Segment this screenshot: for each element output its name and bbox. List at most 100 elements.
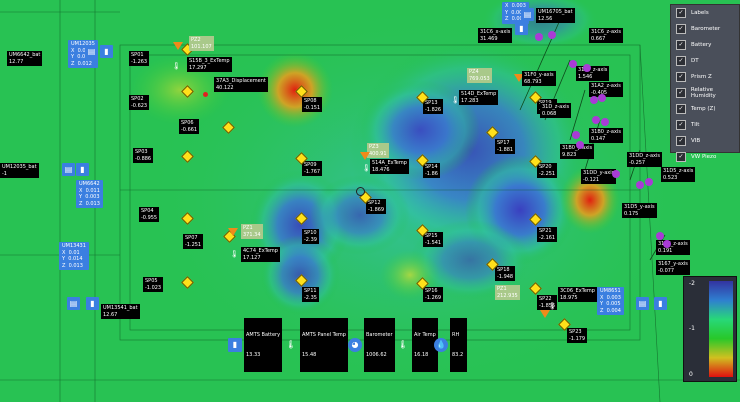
- legend-item[interactable]: ✓ Temp (Z): [671, 101, 739, 117]
- sensor-label[interactable]: SP01 -1.263: [129, 51, 150, 66]
- tilt-axis-label[interactable]: 31DD_z-axis -0.257: [627, 152, 663, 167]
- tilt-sensor-dot[interactable]: [601, 118, 609, 126]
- battery-icon[interactable]: ▮: [100, 45, 113, 58]
- sensor-label[interactable]: SP14 -1.86: [423, 163, 440, 178]
- tilt-axis-label[interactable]: 3167_z-axis 0.191: [656, 240, 690, 255]
- piezo-label[interactable]: PZ2 101.107: [189, 36, 214, 51]
- sensor-label[interactable]: SP03 -0.886: [133, 148, 154, 163]
- tilt-sensor-dot[interactable]: [548, 31, 556, 39]
- sensor-label[interactable]: SP13 -1.826: [423, 99, 444, 114]
- battery-icon[interactable]: ▮: [654, 297, 667, 310]
- sensor-label[interactable]: SP09 -1.767: [302, 161, 323, 176]
- sensor-label[interactable]: SP07 -1.251: [183, 234, 204, 249]
- sensor-label[interactable]: SP15 -1.541: [423, 232, 444, 247]
- battery-icon[interactable]: ▮: [86, 297, 99, 310]
- displacement-label[interactable]: 37A3_Displacement 40.122: [214, 77, 268, 92]
- unit-readout[interactable]: UM6642 X 0.011 Y 0.003 Z 0.013: [76, 180, 103, 208]
- tilt-axis-label[interactable]: 31D_z-axis 0.068: [540, 103, 572, 118]
- piezo-label[interactable]: PZ3 400.91: [367, 143, 389, 158]
- unit-readout[interactable]: UM13431 X 0.01 Y 0.014 Z 0.013: [59, 242, 89, 270]
- tilt-axis-label[interactable]: 31C6_z-axis 0.667: [589, 28, 623, 43]
- tilt-sensor-dot[interactable]: [569, 60, 577, 68]
- legend-checkbox[interactable]: ✓: [676, 72, 686, 82]
- battery-icon[interactable]: ▮: [515, 22, 528, 35]
- battery-label[interactable]: UM12035_bat -1: [0, 163, 39, 178]
- legend-checkbox[interactable]: ✓: [676, 8, 686, 18]
- tilt-sensor-dot[interactable]: [592, 116, 600, 124]
- displacement-marker[interactable]: [203, 92, 208, 97]
- thermometer-icon[interactable]: 🌡: [230, 248, 239, 260]
- sensor-label[interactable]: SP10 -2.39: [302, 229, 319, 244]
- tilt-sensor-dot[interactable]: [656, 232, 664, 240]
- vibration-icon[interactable]: ▤: [62, 163, 75, 176]
- tilt-sensor-dot[interactable]: [598, 94, 606, 102]
- thermometer-icon[interactable]: 🌡: [172, 60, 181, 72]
- legend-checkbox[interactable]: ✓: [676, 56, 686, 66]
- legend-item[interactable]: ✓ Battery: [671, 37, 739, 53]
- barometer[interactable]: ◕ Barometer 1006.62: [348, 318, 395, 372]
- piezo-marker[interactable]: [360, 152, 370, 160]
- legend-item[interactable]: ✓ Tilt: [671, 117, 739, 133]
- legend-item[interactable]: ✓ Labels: [671, 5, 739, 21]
- sensor-label[interactable]: SP20 -2.251: [537, 163, 558, 178]
- legend-item[interactable]: ✓ VIB: [671, 133, 739, 149]
- air-temp[interactable]: 🌡 Air Temp 16.18: [396, 318, 438, 372]
- sensor-label[interactable]: SP23 -1.179: [567, 328, 588, 343]
- sensor-label[interactable]: SP05 -1.023: [143, 277, 164, 292]
- legend-checkbox[interactable]: ✓: [676, 152, 686, 162]
- amts-battery[interactable]: ▮ AMTS Battery 13.33: [228, 318, 283, 372]
- tilt-sensor-dot[interactable]: [636, 181, 644, 189]
- tilt-axis-label[interactable]: 31A2_z-axis -0.405: [589, 82, 623, 97]
- sensor-label[interactable]: SP21 -2.161: [537, 227, 558, 242]
- piezo-marker[interactable]: [173, 42, 183, 50]
- sensor-label[interactable]: SP12 -1.869: [366, 199, 387, 214]
- relative-humidity[interactable]: 💧 RH 83.2: [434, 318, 467, 372]
- tilt-axis-label[interactable]: 31D5_z-axis 0.523: [661, 167, 696, 182]
- tilt-axis-label[interactable]: 31DD_y-axis -0.121: [581, 169, 617, 184]
- vibration-icon[interactable]: ▤: [636, 297, 649, 310]
- sensor-label[interactable]: SP16 -1.269: [423, 287, 444, 302]
- temp-label[interactable]: 4C74_ExTemp 17.127: [241, 247, 280, 262]
- thermometer-icon[interactable]: 🌡: [362, 162, 371, 174]
- legend-checkbox[interactable]: ✓: [676, 24, 686, 34]
- battery-label[interactable]: UM16705_bat 12.56: [536, 8, 575, 23]
- sensor-label[interactable]: SP04 -0.955: [139, 207, 160, 222]
- sensor-label[interactable]: SP18 -1.948: [495, 266, 516, 281]
- piezo-label[interactable]: PZ1 371.34: [241, 224, 263, 239]
- legend-item[interactable]: ✓ Relative Humidity: [671, 85, 739, 101]
- tilt-sensor-dot[interactable]: [535, 33, 543, 41]
- legend-item[interactable]: ✓ DT: [671, 53, 739, 69]
- legend-checkbox[interactable]: ✓: [676, 88, 686, 98]
- tilt-sensor-dot[interactable]: [663, 240, 671, 248]
- tilt-sensor-dot[interactable]: [645, 178, 653, 186]
- tilt-axis-label[interactable]: 31B0_z-axis 0.147: [589, 128, 623, 143]
- tilt-sensor-dot[interactable]: [583, 64, 591, 72]
- battery-label[interactable]: UM6642_bat 12.77: [7, 51, 43, 66]
- legend-item[interactable]: ✓ Prism Z: [671, 69, 739, 85]
- temp-label[interactable]: S15B_3_ExTemp 17.297: [187, 57, 232, 72]
- temp-label[interactable]: 514A_ExTemp 18.476: [370, 159, 409, 174]
- piezo-label[interactable]: PZ4 769.053: [467, 68, 492, 83]
- unit-readout[interactable]: UM8651 X 0.003 Y 0.005 Z 0.004: [597, 287, 624, 315]
- vibration-icon[interactable]: ▤: [85, 45, 98, 58]
- legend-checkbox[interactable]: ✓: [676, 40, 686, 50]
- prism-marker[interactable]: [356, 187, 365, 196]
- piezo-marker[interactable]: [540, 310, 550, 318]
- tilt-axis-label[interactable]: 31D5_y-axis 0.175: [622, 203, 657, 218]
- sensor-label[interactable]: SP17 -1.881: [495, 139, 516, 154]
- vibration-icon[interactable]: ▤: [521, 8, 534, 21]
- legend-item[interactable]: ✓ VW Piezo: [671, 149, 739, 165]
- tilt-axis-label[interactable]: 3167_y-axis -0.077: [656, 260, 690, 275]
- vibration-icon[interactable]: ▤: [67, 297, 80, 310]
- tilt-axis-label[interactable]: 31F0_y-axis 68.793: [522, 71, 556, 86]
- tilt-sensor-dot[interactable]: [576, 141, 584, 149]
- thermometer-icon[interactable]: 🌡: [451, 94, 460, 106]
- tilt-axis-label[interactable]: 31C6_x-axis 31.469: [478, 28, 513, 43]
- sensor-label[interactable]: SP02 -0.623: [129, 95, 150, 110]
- temp-label[interactable]: 3C06_ExTemp 18.975: [558, 287, 597, 302]
- tilt-sensor-dot[interactable]: [612, 170, 620, 178]
- legend-item[interactable]: ✓ Barometer: [671, 21, 739, 37]
- tilt-axis-label[interactable]: 31F0_z-axis 1.546: [576, 66, 610, 81]
- sensor-label[interactable]: SP11 -2.35: [302, 287, 319, 302]
- amts-panel-temp[interactable]: 🌡 AMTS Panel Temp 15.48: [284, 318, 348, 372]
